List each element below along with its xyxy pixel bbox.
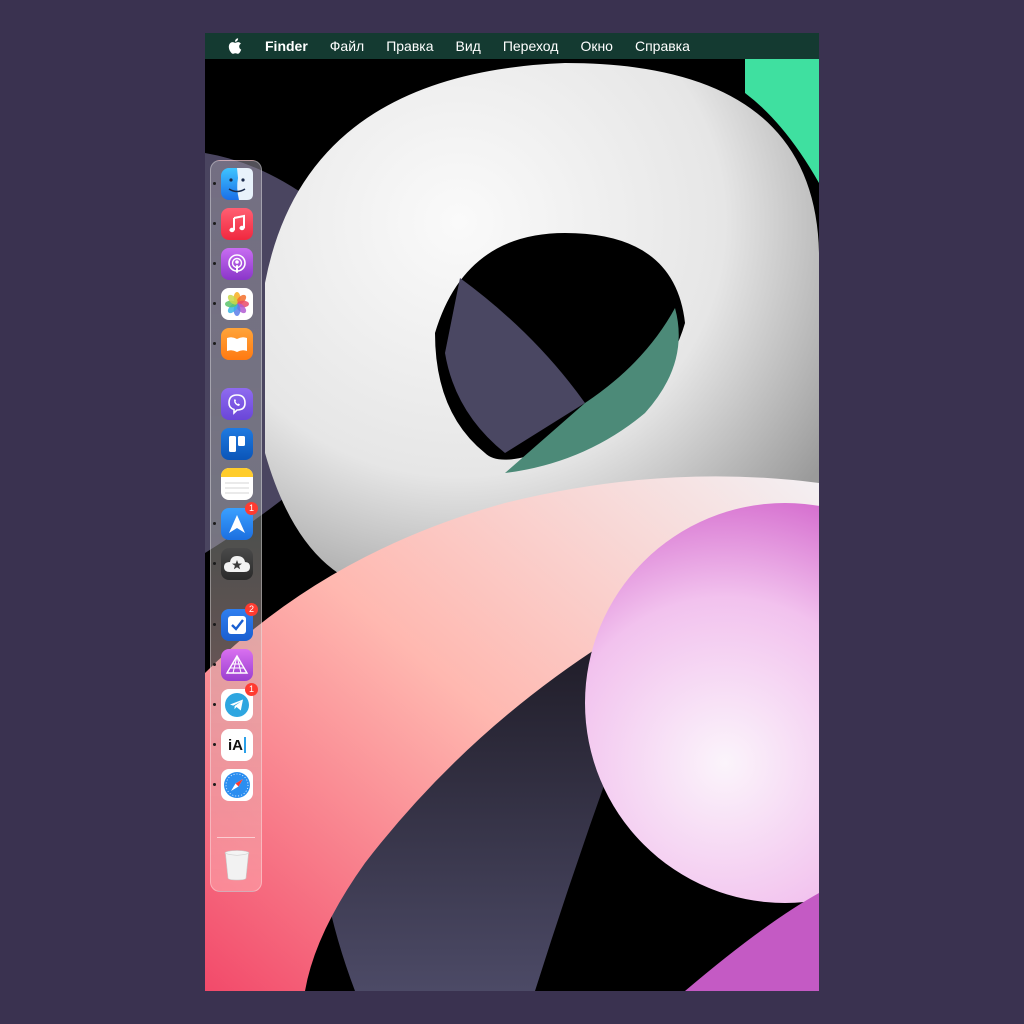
dock-item-notes[interactable] (221, 468, 253, 500)
running-indicator (213, 703, 216, 706)
dock-item-cloudmounter[interactable] (213, 548, 253, 580)
music-icon (229, 214, 245, 233)
running-indicator (213, 663, 216, 666)
podcasts-icon (228, 254, 246, 273)
dock-item-trash[interactable] (221, 849, 253, 881)
dock-item-trello[interactable] (221, 428, 253, 460)
trello-icon (229, 436, 245, 452)
finder-icon (228, 168, 253, 200)
menu-help[interactable]: Справка (635, 38, 690, 54)
viber-icon (228, 394, 246, 415)
running-indicator (213, 302, 216, 305)
dock-item-books[interactable] (213, 328, 253, 360)
running-indicator (213, 623, 216, 626)
running-indicator (213, 522, 216, 525)
menu-window[interactable]: Окно (580, 38, 613, 54)
ia-writer-cursor (244, 737, 246, 753)
dock-item-finder[interactable] (213, 168, 253, 200)
spark-mail-icon (229, 515, 245, 533)
dock-separator (217, 837, 255, 838)
books-icon (227, 337, 247, 352)
dock-item-music[interactable] (213, 208, 253, 240)
safari-icon (224, 772, 250, 798)
notification-badge: 1 (245, 683, 258, 696)
menu-go[interactable]: Переход (503, 38, 559, 54)
ia-writer-icon: iA (228, 736, 243, 754)
running-indicator (213, 783, 216, 786)
dock-item-safari[interactable] (213, 769, 253, 801)
running-indicator (213, 562, 216, 565)
menu-bar: Finder Файл Правка Вид Переход Окно Спра… (205, 33, 819, 59)
dock-item-spark[interactable]: 1 (213, 502, 258, 540)
running-indicator (213, 182, 216, 185)
telegram-icon (225, 693, 249, 717)
notes-icon (221, 468, 253, 494)
photos-icon (225, 292, 249, 316)
apple-logo-icon[interactable] (225, 36, 245, 56)
menu-app-name[interactable]: Finder (265, 38, 308, 54)
cloudmounter-icon (224, 556, 250, 572)
running-indicator (213, 743, 216, 746)
desktop-wallpaper (205, 33, 819, 991)
running-indicator (213, 222, 216, 225)
affinity-photo-icon (225, 654, 249, 674)
dock-item-affinity-photo[interactable] (213, 649, 253, 681)
dock-item-podcasts[interactable] (213, 248, 253, 280)
menu-edit[interactable]: Правка (386, 38, 433, 54)
notification-badge: 2 (245, 603, 258, 616)
dock-item-things[interactable]: 2 (213, 603, 258, 641)
desktop-screen: Finder Файл Правка Вид Переход Окно Спра… (205, 33, 819, 991)
running-indicator (213, 262, 216, 265)
trash-icon (224, 850, 250, 881)
dock-item-ia-writer[interactable]: iA (213, 729, 253, 761)
dock: 1 2 1 iA (210, 160, 262, 892)
notification-badge: 1 (245, 502, 258, 515)
running-indicator (213, 342, 216, 345)
menu-file[interactable]: Файл (330, 38, 364, 54)
dock-item-photos[interactable] (213, 288, 253, 320)
dock-item-telegram[interactable]: 1 (213, 683, 258, 721)
dock-item-viber[interactable] (221, 388, 253, 420)
menu-view[interactable]: Вид (456, 38, 481, 54)
things-icon (228, 616, 246, 634)
